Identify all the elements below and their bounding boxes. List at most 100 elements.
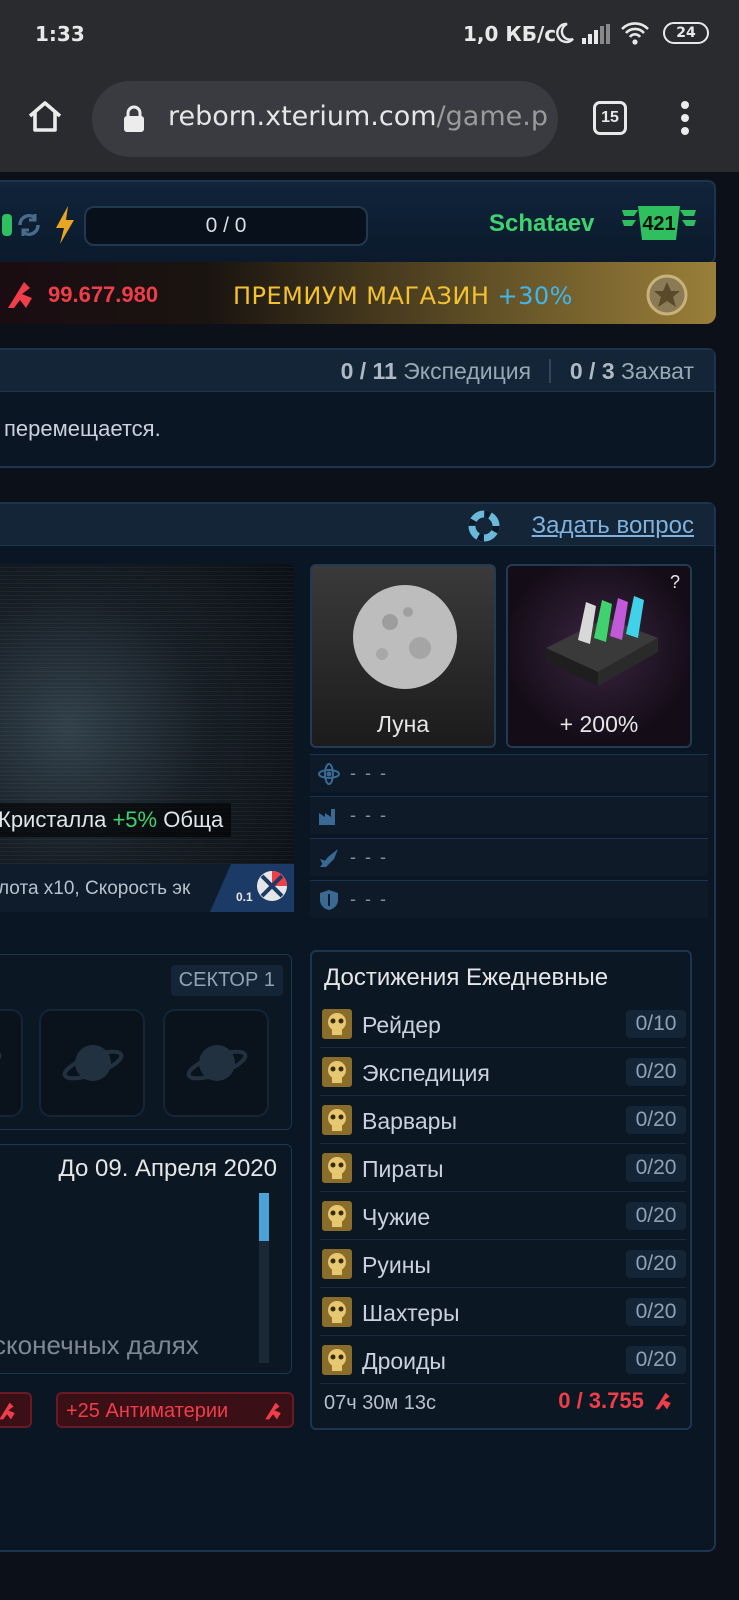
skull-icon [322,1345,352,1375]
stat-row-research: - - - [310,754,708,792]
level-number: 421 [642,213,675,235]
fleet-panel: 0 / 11 Экспедиция 0 / 3 Захват перемещае… [0,348,716,468]
achievement-name: Пираты [362,1156,444,1182]
achievement-count: 0/20 [626,1346,686,1374]
antimatter-amount: 99.677.980 [48,282,159,307]
achievement-name: Руины [362,1252,431,1278]
planet-slot[interactable] [163,1009,269,1117]
speed-badge-value: 0.1 [236,890,253,904]
boost-card[interactable]: ? + 200% [506,564,692,748]
premium-bonus: +30% [497,282,573,310]
refresh-icon[interactable] [14,210,44,240]
url-text: reborn.xterium.com/game.p [168,101,548,132]
moon-card[interactable]: Луна [310,564,496,748]
planet-bonus: Кристалла +5% Обща [0,803,232,837]
premium-shop-button[interactable]: ПРЕМИУМ МАГАЗИН +30% [233,282,573,310]
points-value: 0 / 3.755 [558,1388,644,1413]
divider [549,359,552,383]
achievement-row[interactable]: Шахтеры 0/20 [320,1290,686,1336]
atom-icon [318,763,340,785]
stat-value: - - - [350,889,388,909]
skull-icon [322,1153,352,1183]
achievement-count: 0/20 [626,1202,686,1230]
achievement-row[interactable]: Пираты 0/20 [320,1146,686,1192]
address-bar[interactable]: reborn.xterium.com/game.p [92,81,558,157]
achievement-name: Шахтеры [362,1300,460,1326]
moon-icon [556,22,574,44]
lifebuoy-icon [468,510,500,542]
achievement-row[interactable]: Экспедиция 0/20 [320,1050,686,1096]
tab-switcher-button[interactable]: 15 [593,101,627,135]
achievement-count: 0/20 [626,1106,686,1134]
ask-question-link[interactable]: Задать вопрос [532,512,694,540]
level-badge: 421 [622,206,696,240]
fleet-header: 0 / 11 Экспедиция 0 / 3 Захват [0,350,714,392]
achievement-row[interactable]: Чужие 0/20 [320,1194,686,1240]
skull-icon [322,1249,352,1279]
lock-icon [124,105,144,132]
achievements-title: Достижения Ежедневные [324,964,609,991]
status-bar: 1:33 1,0 КБ/с 24 [0,0,739,68]
url-domain: reborn.xterium.com [168,101,437,132]
moon-image [353,585,457,689]
antimatter-icon [655,1392,671,1410]
stat-row-defense: - - - [310,880,708,918]
url-path: /game.p [436,101,548,132]
overview-header: Задать вопрос [0,504,714,546]
achievement-name: Варвары [362,1108,457,1134]
skull-icon [322,1201,352,1231]
event-text: сконечных далях [0,1330,199,1360]
premium-label: ПРЕМИУМ МАГАЗИН [233,282,490,310]
top-info-bar: 0 / 0 Schataev 421 [0,180,716,264]
capture-count: 0 / 3 [569,358,615,384]
stat-value: - - - [350,847,388,867]
wifi-icon [621,22,649,45]
screen: { "status": {"time": "1:33", "network": … [0,0,739,1600]
stat-value: - - - [350,805,388,825]
speed-logo-icon [257,871,287,901]
home-icon[interactable] [26,98,64,136]
achievement-count: 0/20 [626,1058,686,1086]
event-scrollbar[interactable] [259,1193,269,1363]
capture-label: Захват [621,358,694,384]
antimatter-icon [265,1402,281,1420]
reward-button[interactable]: +25 Антиматерии [56,1392,294,1428]
fleet-counters: 0 / 11 Экспедиция 0 / 3 Захват [341,358,694,385]
achievement-row[interactable]: Дроиды 0/20 [320,1338,686,1384]
expedition-label: Экспедиция [403,358,532,384]
planet-slot[interactable] [0,1009,23,1117]
planet-image[interactable]: Кристалла +5% Обща [0,564,294,864]
achievement-name: Экспедиция [362,1060,490,1086]
factory-icon [319,809,335,825]
daily-achievements-panel: Достижения Ежедневные Рейдер 0/10 Экспеди… [310,950,692,1430]
boost-help[interactable]: ? [670,572,680,593]
planet-slot[interactable] [39,1009,145,1117]
bonus-value: +5% [112,807,158,832]
sector-panel: СЕКТОР 1 [0,954,292,1130]
signal-icon [582,24,610,44]
username[interactable]: Schataev [489,210,594,238]
lightning-icon [56,206,74,244]
achievements-timer: 07ч 30м 13с [324,1392,437,1414]
achievement-count: 0/20 [626,1298,686,1326]
skull-icon [322,1297,352,1327]
overview-panel: Задать вопрос Кристалла +5% Обща лота х1… [0,502,716,1552]
network-speed: 1,0 КБ/с [463,22,557,46]
event-date: До 09. Апреля 2020 [58,1155,277,1182]
achievement-row[interactable]: Рейдер 0/10 [320,1002,686,1048]
achievement-count: 0/10 [626,1010,686,1038]
achievement-count: 0/20 [626,1154,686,1182]
more-menu-icon[interactable] [679,100,691,136]
scrollbar-thumb[interactable] [259,1193,269,1241]
speed-text: лота х10, Скорость эк [0,878,191,899]
stat-value: - - - [350,763,388,783]
sector-label[interactable]: СЕКТОР 1 [170,965,283,996]
achievement-row[interactable]: Руины 0/20 [320,1242,686,1288]
processor-icon [546,596,658,686]
ship-icon [320,849,338,867]
battery-indicator: 24 [663,22,709,44]
achievement-row[interactable]: Варвары 0/20 [320,1098,686,1144]
antimatter-icon [0,1402,15,1420]
reward-button-partial[interactable] [0,1392,32,1428]
moon-label: Луна [376,711,430,737]
